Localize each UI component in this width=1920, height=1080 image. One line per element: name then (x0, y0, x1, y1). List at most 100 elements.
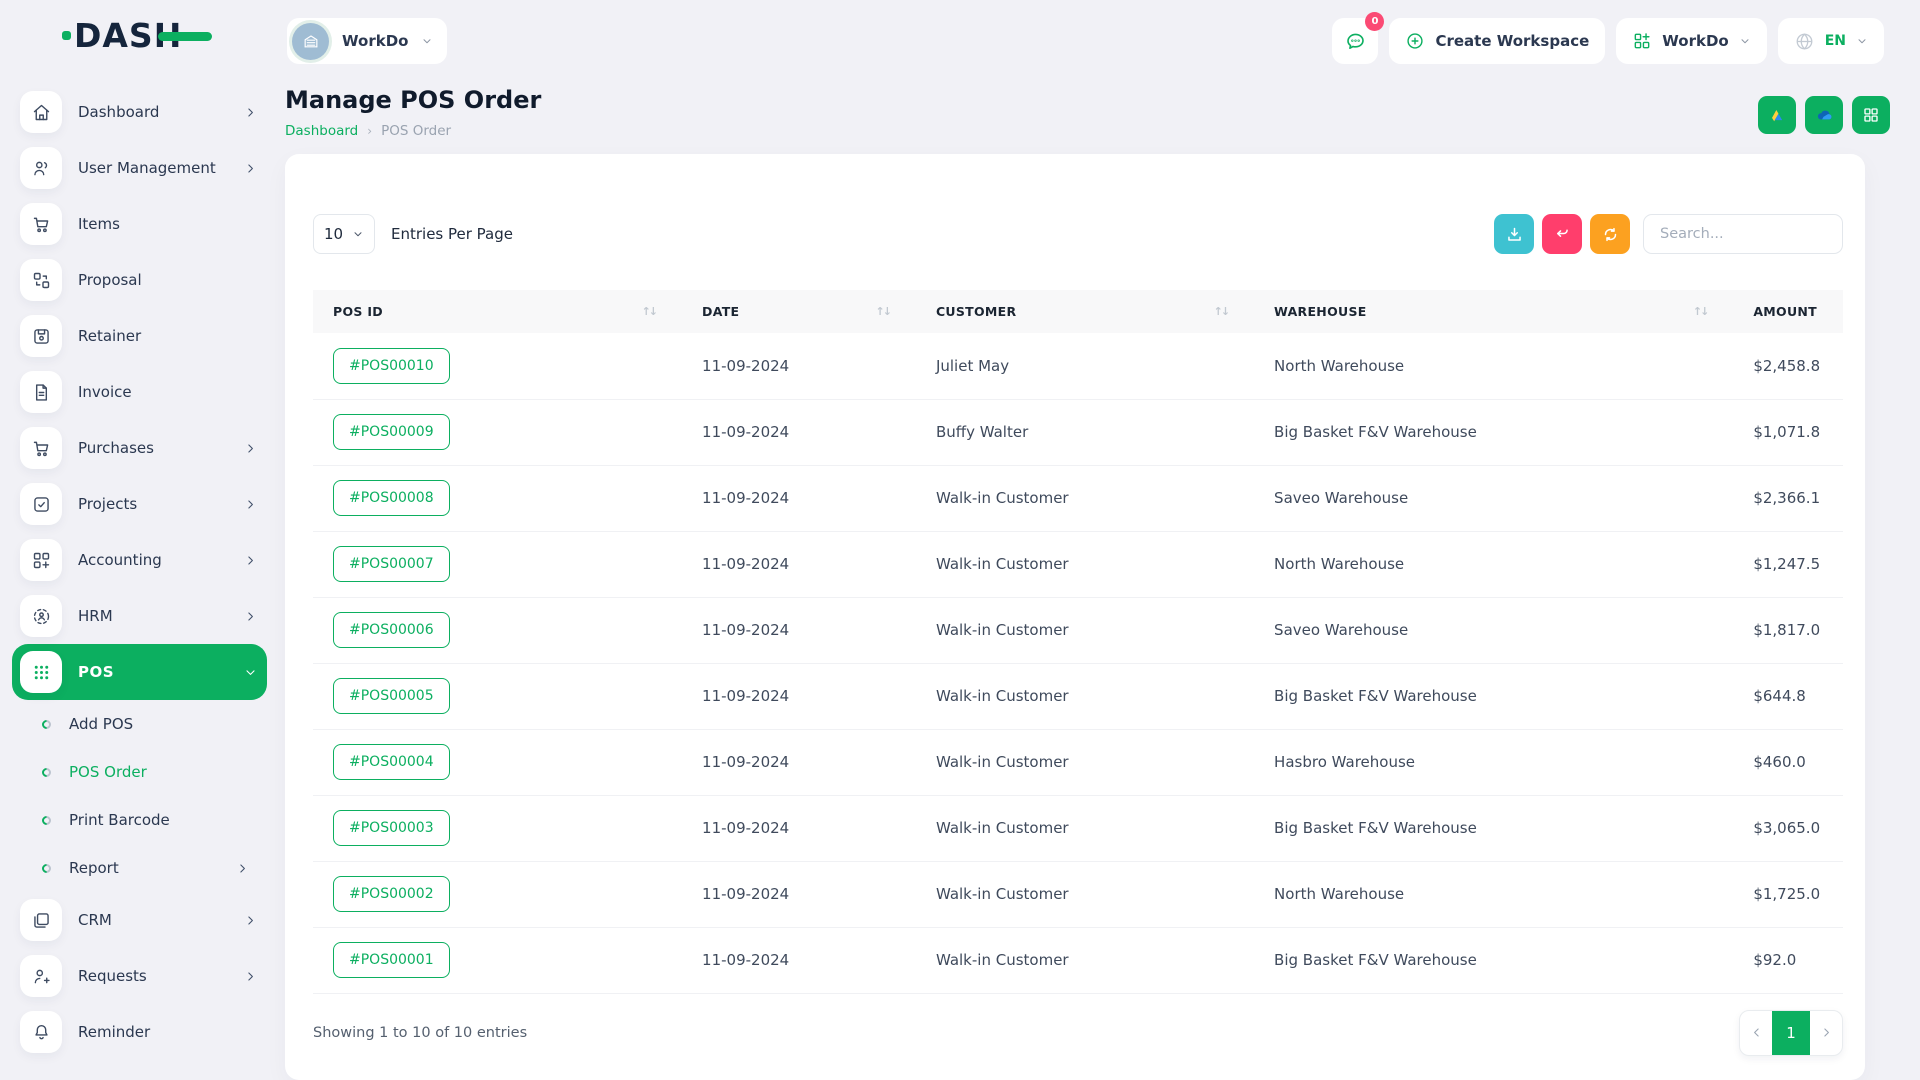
warehouse-cell: Big Basket F&V Warehouse (1254, 927, 1733, 993)
check-square-icon (20, 483, 62, 525)
chevron-right-icon (244, 442, 257, 455)
topbar: WorkDo 0 Create Workspace WorkDo EN (285, 0, 1920, 70)
swap-squares-icon (20, 259, 62, 301)
dots-grid-icon (20, 651, 62, 693)
sidebar-item-projects[interactable]: Projects (12, 476, 267, 532)
date-cell: 11-09-2024 (682, 465, 916, 531)
logo-dot-icon (62, 31, 71, 40)
sort-icon[interactable]: ↑↓ (1214, 305, 1228, 318)
amount-cell: $3,065.0 (1733, 795, 1843, 861)
chevron-down-icon (1856, 35, 1868, 47)
next-page-button[interactable] (1810, 1011, 1842, 1055)
table-controls: 10 Entries Per Page (313, 214, 1843, 254)
prev-page-button[interactable] (1740, 1011, 1772, 1055)
date-cell: 11-09-2024 (682, 861, 916, 927)
floppy-icon (20, 315, 62, 357)
amount-cell: $460.0 (1733, 729, 1843, 795)
chevron-left-icon (1750, 1026, 1763, 1039)
apps-dropdown[interactable]: WorkDo (1616, 18, 1766, 64)
building-icon (292, 23, 329, 60)
pos-id-badge[interactable]: #POS00002 (333, 876, 450, 912)
sidebar-item-retainer[interactable]: Retainer (12, 308, 267, 364)
column-header-customer[interactable]: CUSTOMER↑↓ (916, 290, 1254, 333)
pos-id-badge[interactable]: #POS00008 (333, 480, 450, 516)
sidebar-item-dashboard[interactable]: Dashboard (12, 84, 267, 140)
breadcrumb-dashboard-link[interactable]: Dashboard (285, 123, 358, 139)
language-selector[interactable]: EN (1778, 18, 1884, 64)
chevron-down-icon (1739, 35, 1751, 47)
workspace-selector[interactable]: WorkDo (287, 18, 447, 64)
chevron-right-icon (1820, 1026, 1833, 1039)
grid-icon (1862, 106, 1880, 124)
page-1-button[interactable]: 1 (1772, 1011, 1810, 1055)
onedrive-button[interactable] (1805, 96, 1843, 134)
sidebar-item-hrm[interactable]: HRM (12, 588, 267, 644)
column-header-date[interactable]: DATE↑↓ (682, 290, 916, 333)
google-drive-button[interactable] (1758, 96, 1796, 134)
sidebar-item-crm[interactable]: CRM (12, 892, 267, 948)
topbar-right: 0 Create Workspace WorkDo EN (1332, 18, 1884, 64)
warehouse-cell: North Warehouse (1254, 531, 1733, 597)
customer-cell: Walk-in Customer (916, 861, 1254, 927)
pos-id-badge[interactable]: #POS00007 (333, 546, 450, 582)
grid-view-button[interactable] (1852, 96, 1890, 134)
chevron-right-icon (244, 106, 257, 119)
sidebar-item-accounting[interactable]: Accounting (12, 532, 267, 588)
pos-id-badge[interactable]: #POS00003 (333, 810, 450, 846)
sidebar-item-pos[interactable]: POS (12, 644, 267, 700)
date-cell: 11-09-2024 (682, 531, 916, 597)
sidebar-item-requests[interactable]: Requests (12, 948, 267, 1004)
create-workspace-button[interactable]: Create Workspace (1389, 18, 1605, 64)
sidebar-subitem-pos-order[interactable]: POS Order (12, 748, 267, 796)
amount-cell: $1,071.8 (1733, 399, 1843, 465)
pos-id-badge[interactable]: #POS00004 (333, 744, 450, 780)
amount-cell: $2,458.8 (1733, 333, 1843, 399)
column-header-warehouse[interactable]: WAREHOUSE↑↓ (1254, 290, 1733, 333)
download-icon (1505, 225, 1524, 244)
warehouse-cell: Big Basket F&V Warehouse (1254, 399, 1733, 465)
sidebar: DASH Dashboard User Management Items Pro… (0, 0, 285, 1080)
chevron-right-icon (244, 554, 257, 567)
bullet-icon (40, 814, 53, 827)
sidebar-subitem-add-pos[interactable]: Add POS (12, 700, 267, 748)
date-cell: 11-09-2024 (682, 663, 916, 729)
cart-icon (20, 427, 62, 469)
date-cell: 11-09-2024 (682, 927, 916, 993)
sort-icon[interactable]: ↑↓ (1693, 305, 1707, 318)
bullet-icon (40, 718, 53, 731)
undo-button[interactable] (1542, 214, 1582, 254)
chevron-right-icon (244, 610, 257, 623)
messages-button[interactable]: 0 (1332, 18, 1378, 64)
circle-plus-icon (1405, 31, 1425, 51)
sort-icon[interactable]: ↑↓ (876, 305, 890, 318)
sidebar-item-items[interactable]: Items (12, 196, 267, 252)
sort-icon[interactable]: ↑↓ (642, 305, 656, 318)
windows-icon (20, 899, 62, 941)
pos-id-badge[interactable]: #POS00005 (333, 678, 450, 714)
sidebar-item-purchases[interactable]: Purchases (12, 420, 267, 476)
pos-id-badge[interactable]: #POS00009 (333, 414, 450, 450)
warehouse-cell: Hasbro Warehouse (1254, 729, 1733, 795)
sidebar-item-proposal[interactable]: Proposal (12, 252, 267, 308)
pos-order-table: POS ID↑↓ DATE↑↓ CUSTOMER↑↓ WAREHOUSE↑↓ A… (313, 290, 1843, 994)
sidebar-subitem-report[interactable]: Report (12, 844, 267, 892)
table-row: #POS00002 11-09-2024 Walk-in Customer No… (313, 861, 1843, 927)
search-input[interactable] (1643, 214, 1843, 254)
refresh-button[interactable] (1590, 214, 1630, 254)
column-header-amount[interactable]: AMOUNT (1733, 290, 1843, 333)
pos-id-badge[interactable]: #POS00010 (333, 348, 450, 384)
entries-per-page-label: Entries Per Page (391, 225, 513, 243)
entries-per-page-select[interactable]: 10 (313, 214, 375, 254)
sidebar-item-user-management[interactable]: User Management (12, 140, 267, 196)
table-row: #POS00001 11-09-2024 Walk-in Customer Bi… (313, 927, 1843, 993)
sidebar-item-invoice[interactable]: Invoice (12, 364, 267, 420)
pos-id-badge[interactable]: #POS00001 (333, 942, 450, 978)
customer-cell: Walk-in Customer (916, 795, 1254, 861)
export-button[interactable] (1494, 214, 1534, 254)
customer-cell: Walk-in Customer (916, 465, 1254, 531)
pos-id-badge[interactable]: #POS00006 (333, 612, 450, 648)
column-header-pos-id[interactable]: POS ID↑↓ (313, 290, 682, 333)
sidebar-item-reminder[interactable]: Reminder (12, 1004, 267, 1060)
sidebar-subitem-print-barcode[interactable]: Print Barcode (12, 796, 267, 844)
table-row: #POS00008 11-09-2024 Walk-in Customer Sa… (313, 465, 1843, 531)
